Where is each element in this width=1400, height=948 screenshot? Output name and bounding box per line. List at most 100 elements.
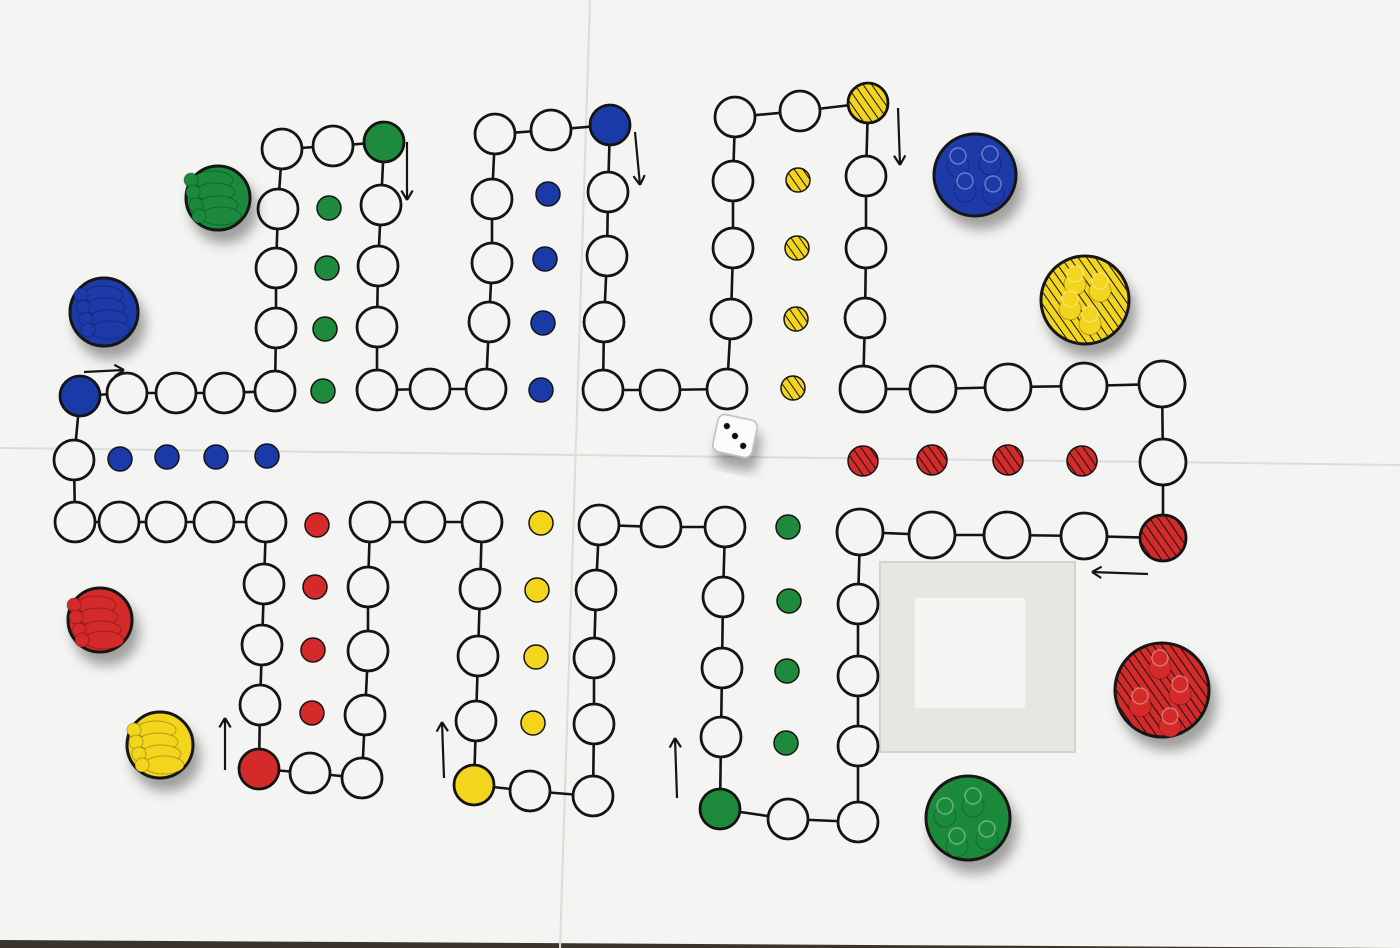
track-field[interactable] xyxy=(836,582,880,626)
home-field-yellow[interactable] xyxy=(520,710,546,736)
player-base-green[interactable] xyxy=(183,164,252,232)
home-field-red[interactable] xyxy=(1066,445,1098,477)
pawn-green[interactable] xyxy=(961,787,985,818)
pawn-yellow[interactable] xyxy=(1063,265,1087,296)
home-field-red[interactable] xyxy=(304,512,330,538)
pawn-green[interactable] xyxy=(975,820,999,851)
track-field[interactable] xyxy=(529,108,573,152)
track-field[interactable] xyxy=(907,510,957,560)
pawn-yellow[interactable] xyxy=(134,755,185,775)
track-field[interactable] xyxy=(1059,361,1109,411)
pawn-yellow[interactable] xyxy=(1058,290,1082,321)
home-field-green[interactable] xyxy=(314,255,340,281)
track-field[interactable] xyxy=(836,800,880,844)
home-field-green[interactable] xyxy=(774,658,800,684)
track-field[interactable] xyxy=(456,634,500,678)
track-field[interactable] xyxy=(202,371,246,415)
pawn-red[interactable] xyxy=(1128,687,1152,718)
track-field[interactable] xyxy=(582,300,626,344)
track-field[interactable] xyxy=(346,565,390,609)
track-field[interactable] xyxy=(408,367,452,411)
track-field[interactable] xyxy=(585,234,629,278)
track-field[interactable] xyxy=(260,127,304,171)
track-field[interactable] xyxy=(105,371,149,415)
home-field-blue[interactable] xyxy=(203,444,229,470)
track-field[interactable] xyxy=(908,364,958,414)
player-base-red[interactable] xyxy=(1113,641,1211,739)
track-field[interactable] xyxy=(346,629,390,673)
track-field[interactable] xyxy=(238,683,282,727)
player-base-red[interactable] xyxy=(66,586,134,654)
track-field[interactable] xyxy=(254,246,298,290)
pawn-green[interactable] xyxy=(933,797,957,828)
track-field[interactable] xyxy=(701,575,745,619)
track-field[interactable] xyxy=(581,368,625,412)
home-field-red[interactable] xyxy=(847,445,879,477)
start-field-yellow[interactable] xyxy=(452,763,496,807)
track-field[interactable] xyxy=(144,500,188,544)
pawn-red[interactable] xyxy=(1168,675,1192,706)
track-field[interactable] xyxy=(766,797,810,841)
home-field-yellow[interactable] xyxy=(785,167,811,193)
track-field[interactable] xyxy=(454,699,498,743)
track-field[interactable] xyxy=(705,367,749,411)
track-field[interactable] xyxy=(844,154,888,198)
track-field[interactable] xyxy=(1059,511,1109,561)
track-field[interactable] xyxy=(464,367,508,411)
home-field-yellow[interactable] xyxy=(524,577,550,603)
track-field[interactable] xyxy=(711,159,755,203)
pawn-blue[interactable] xyxy=(953,172,977,203)
track-field[interactable] xyxy=(983,362,1033,412)
track-field[interactable] xyxy=(242,562,286,606)
start-field-blue[interactable] xyxy=(58,374,102,418)
track-field[interactable] xyxy=(711,226,755,270)
track-field[interactable] xyxy=(586,170,630,214)
home-field-blue[interactable] xyxy=(530,310,556,336)
start-field-red[interactable] xyxy=(237,747,281,791)
player-base-yellow[interactable] xyxy=(125,710,195,780)
start-field-green[interactable] xyxy=(698,787,742,831)
track-field[interactable] xyxy=(53,500,97,544)
track-field[interactable] xyxy=(470,241,514,285)
track-field[interactable] xyxy=(244,500,288,544)
home-field-blue[interactable] xyxy=(535,181,561,207)
track-field[interactable] xyxy=(253,369,297,413)
track-field[interactable] xyxy=(1138,437,1188,487)
base-circle[interactable] xyxy=(932,132,1018,218)
start-field-yellow[interactable] xyxy=(846,81,890,125)
start-field-red[interactable] xyxy=(1138,513,1188,563)
track-field[interactable] xyxy=(154,371,198,415)
home-field-yellow[interactable] xyxy=(523,644,549,670)
track-field[interactable] xyxy=(574,568,618,612)
track-field[interactable] xyxy=(355,368,399,412)
game-board[interactable] xyxy=(0,0,1400,948)
track-field[interactable] xyxy=(836,654,880,698)
home-field-blue[interactable] xyxy=(154,444,180,470)
track-field[interactable] xyxy=(467,300,511,344)
track-field[interactable] xyxy=(311,124,355,168)
home-field-green[interactable] xyxy=(316,195,342,221)
home-field-green[interactable] xyxy=(310,378,336,404)
home-field-yellow[interactable] xyxy=(528,510,554,536)
track-field[interactable] xyxy=(192,500,236,544)
track-field[interactable] xyxy=(703,505,747,549)
home-field-red[interactable] xyxy=(992,444,1024,476)
track-field[interactable] xyxy=(577,503,621,547)
home-field-blue[interactable] xyxy=(254,443,280,469)
pawn-blue[interactable] xyxy=(978,145,1002,176)
home-field-blue[interactable] xyxy=(107,446,133,472)
track-field[interactable] xyxy=(699,715,743,759)
track-field[interactable] xyxy=(1137,359,1187,409)
track-field[interactable] xyxy=(473,112,517,156)
track-field[interactable] xyxy=(638,368,682,412)
player-base-blue[interactable] xyxy=(932,132,1018,218)
home-field-red[interactable] xyxy=(299,700,325,726)
home-field-green[interactable] xyxy=(776,588,802,614)
home-field-yellow[interactable] xyxy=(784,235,810,261)
track-field[interactable] xyxy=(508,769,552,813)
pawn-red[interactable] xyxy=(74,630,125,650)
home-field-blue[interactable] xyxy=(528,377,554,403)
track-field[interactable] xyxy=(709,297,753,341)
track-field[interactable] xyxy=(240,623,284,667)
pawn-yellow[interactable] xyxy=(1078,305,1102,336)
